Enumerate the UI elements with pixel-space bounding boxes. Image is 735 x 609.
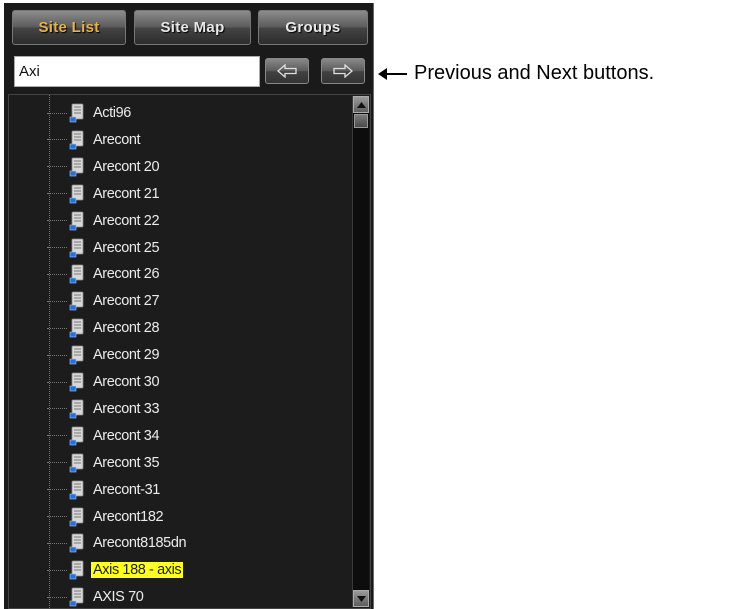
site-list-item[interactable]: AXIS 70 [47, 584, 145, 608]
site-name: Arecont 35 [93, 454, 160, 471]
server-icon [69, 426, 84, 446]
site-list-item[interactable]: Arecont 22 [47, 208, 161, 234]
server-icon [69, 238, 84, 257]
site-name: Axis 188 - axis [91, 562, 184, 579]
site-list-item[interactable]: Arecont 26 [47, 261, 161, 287]
tree-branch-line [47, 247, 67, 248]
tree-branch-line [47, 542, 67, 544]
site-name: Arecont8185dn [93, 535, 187, 552]
site-list-item[interactable]: Arecont [47, 127, 142, 153]
tree-branch-line [47, 596, 67, 598]
site-list-item[interactable]: Arecont 34 [47, 423, 161, 449]
tree-branch-line [47, 273, 67, 275]
server-icon [69, 291, 84, 311]
tree-branch-line [47, 408, 67, 410]
site-name: Arecont 29 [93, 347, 160, 364]
vertical-scrollbar[interactable] [352, 96, 369, 607]
server-icon [69, 507, 84, 526]
site-list-item[interactable]: Arecont8185dn [47, 530, 188, 556]
site-name: Arecont182 [93, 508, 164, 525]
server-icon [69, 587, 84, 607]
server-icon [69, 480, 84, 499]
site-list-item[interactable]: Arecont 25 [47, 235, 161, 261]
tab-site-map[interactable]: Site Map [134, 10, 251, 45]
server-icon [69, 560, 84, 580]
server-icon [69, 264, 84, 284]
site-name: Arecont 27 [93, 293, 160, 310]
site-list-item[interactable]: Arecont182 [47, 504, 165, 530]
site-list-item[interactable]: Arecont-31 [47, 477, 162, 503]
server-icon [69, 157, 84, 177]
tree-branch-line [47, 327, 67, 329]
site-name: Acti96 [93, 105, 131, 121]
search-input[interactable] [14, 56, 260, 87]
site-tree[interactable]: Acti96 Arecont Arecont 20 Arecont 21 Arecont… [8, 94, 371, 609]
site-name: Arecont-31 [93, 481, 160, 498]
site-panel: Site List Site Map Groups Acti96ArecontA… [4, 3, 374, 609]
tree-branch-line [47, 569, 67, 571]
arrow-left-icon [378, 67, 407, 80]
server-icon [69, 399, 84, 419]
site-name: Arecont 26 [93, 266, 160, 283]
callout-text: Previous and Next buttons. [414, 62, 655, 84]
tree-branch-line [47, 139, 67, 141]
scroll-thumb[interactable] [354, 114, 368, 128]
tree-branch-line [47, 220, 67, 222]
scroll-up-button[interactable] [353, 96, 369, 113]
site-list-item[interactable]: Arecont 29 [47, 342, 161, 368]
site-name: Arecont 34 [93, 427, 160, 444]
site-name: Arecont 30 [93, 374, 160, 390]
tree-branch-line [47, 193, 67, 195]
tree-branch-line [47, 489, 67, 491]
server-icon [69, 103, 84, 123]
tree-branch-line [47, 166, 67, 168]
triangle-up-icon [356, 101, 366, 108]
site-name: Arecont 20 [93, 158, 160, 175]
site-list-item[interactable]: Acti96 [47, 100, 133, 126]
site-list-item[interactable]: Arecont 35 [47, 450, 161, 476]
server-icon [69, 211, 84, 230]
tree-branch-line [47, 381, 67, 383]
server-icon [69, 533, 84, 553]
site-list-item[interactable]: Arecont 27 [47, 288, 161, 314]
site-list-item[interactable]: Arecont 30 [47, 369, 161, 395]
arrow-left-icon [277, 64, 297, 78]
tree-branch-line [47, 462, 67, 464]
callout: Previous and Next buttons. [378, 62, 654, 85]
tree-branch-line [47, 112, 67, 114]
site-name: AXIS 70 [93, 589, 144, 606]
server-icon [69, 184, 84, 203]
tree-branch-line [47, 435, 67, 437]
site-list-item[interactable]: Arecont 33 [47, 396, 161, 422]
site-name: Arecont 33 [93, 400, 160, 417]
triangle-down-icon [356, 595, 366, 602]
site-name: Arecont [93, 131, 141, 148]
server-icon [69, 130, 84, 150]
site-name: Arecont 21 [93, 185, 160, 202]
server-icon [69, 318, 84, 338]
site-list-item[interactable]: Arecont 28 [47, 315, 161, 341]
site-list-item[interactable]: Arecont 20 [47, 154, 161, 180]
next-button[interactable] [321, 58, 365, 84]
tab-groups[interactable]: Groups [258, 10, 368, 45]
tree-branch-line [47, 354, 67, 356]
previous-button[interactable] [265, 58, 309, 84]
server-icon [69, 372, 84, 392]
tree-branch-line [47, 516, 67, 517]
site-name: Arecont 28 [93, 320, 160, 337]
site-list-item[interactable]: Arecont 21 [47, 181, 161, 207]
tree-branch-line [47, 300, 67, 302]
scroll-down-button[interactable] [353, 590, 369, 607]
server-icon [69, 453, 84, 472]
server-icon [69, 345, 84, 365]
tab-site-list[interactable]: Site List [12, 10, 126, 45]
site-name: Arecont 25 [93, 239, 160, 256]
site-name: Arecont 22 [93, 212, 160, 229]
arrow-right-icon [333, 64, 353, 78]
site-list-item[interactable]: Axis 188 - axis [47, 557, 184, 583]
